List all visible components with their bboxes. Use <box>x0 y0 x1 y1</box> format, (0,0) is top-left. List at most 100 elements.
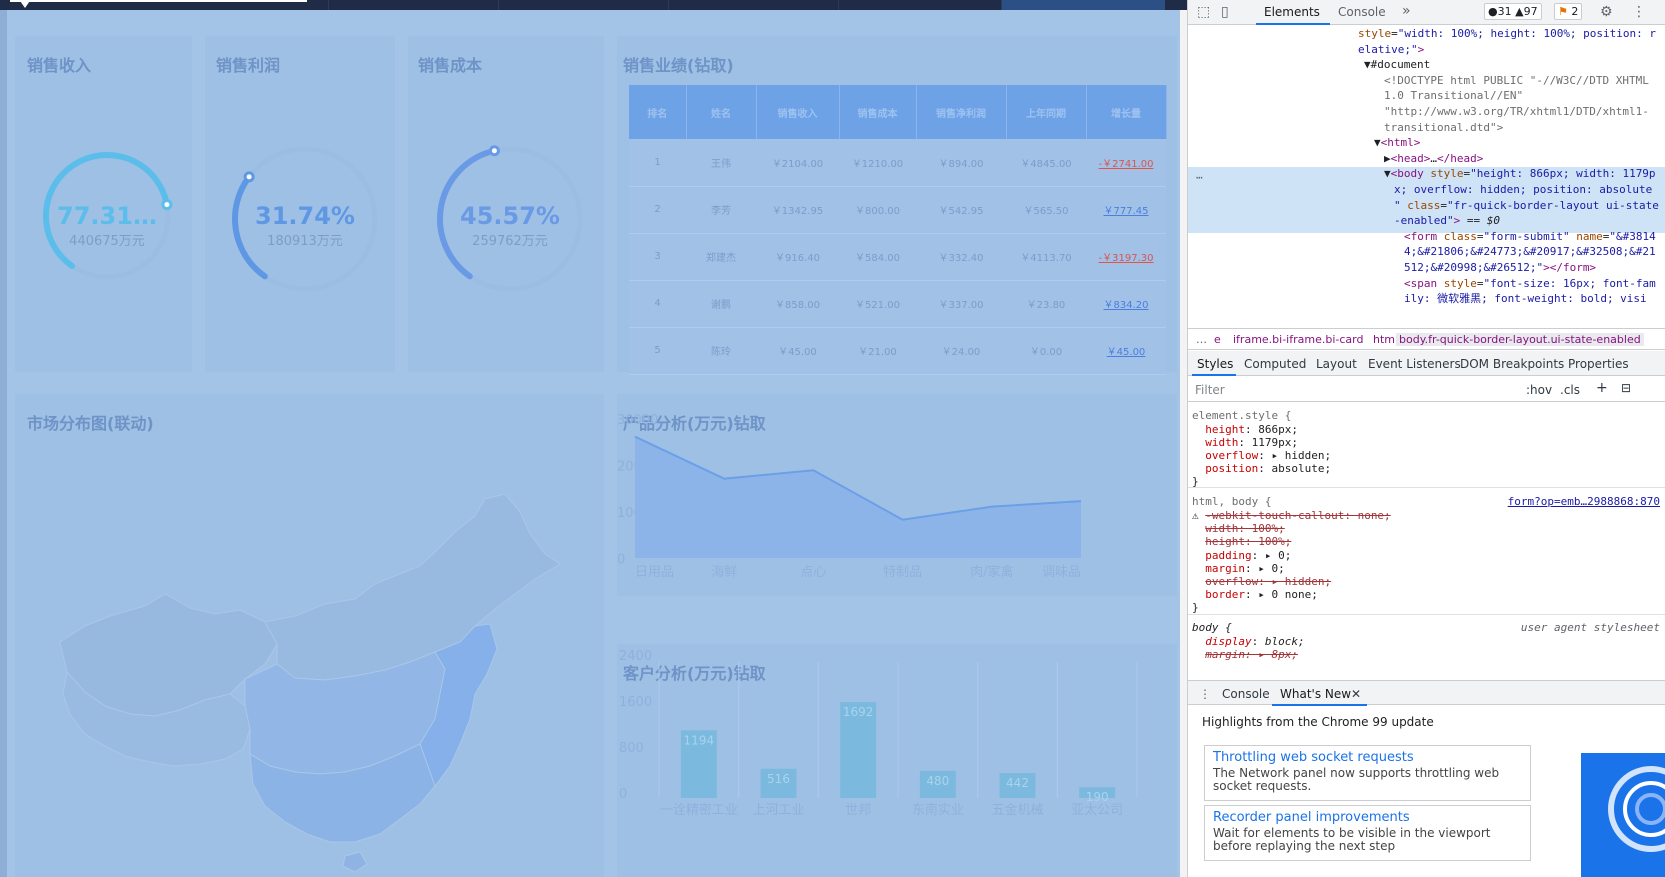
device-toolbar-icon[interactable]: ▯ <box>1221 5 1229 19</box>
dom-node-line[interactable]: 512;&#20998;&#26512;"></form> <box>1404 260 1596 277</box>
style-declaration[interactable]: } <box>1192 475 1199 489</box>
whats-new-card[interactable]: Throttling web socket requests The Netwo… <box>1204 745 1531 801</box>
new-style-rule-icon[interactable]: + <box>1596 380 1608 396</box>
table-row[interactable]: 1 王伟 ￥2104.00 ￥1210.00 ￥894.00 ￥4845.00 … <box>629 139 1166 187</box>
drawer-tab-console[interactable]: Console <box>1222 687 1270 701</box>
dom-node-line[interactable]: ▼#document <box>1364 57 1430 74</box>
more-tabs-icon[interactable]: » <box>1402 3 1411 19</box>
top-bar-active-tab[interactable] <box>1002 0 1165 10</box>
dom-node-line[interactable]: ▼<html> <box>1374 135 1420 152</box>
tab-console[interactable]: Console <box>1338 5 1386 19</box>
style-declaration[interactable]: margin: ▸ 8px; <box>1192 648 1298 662</box>
style-declaration[interactable]: position: absolute; <box>1192 462 1331 476</box>
settings-gear-icon[interactable]: ⚙ <box>1600 5 1613 19</box>
kebab-menu-icon[interactable]: ⋮ <box>1632 5 1646 19</box>
style-declaration[interactable]: overflow: ▸ hidden; <box>1192 449 1331 463</box>
dom-node-line[interactable]: transitional.dtd"> <box>1384 120 1503 137</box>
node-ellipsis-icon[interactable]: ⋯ <box>1196 170 1203 187</box>
breadcrumb-item[interactable]: html <box>1373 333 1398 346</box>
china-map[interactable] <box>15 394 604 877</box>
table-row[interactable]: 2 李芳 ￥1342.95 ￥800.00 ￥542.95 ￥565.50 ￥7… <box>629 186 1166 234</box>
dom-node-line[interactable]: ily: 微软雅黑; font-weight: bold; visi <box>1404 291 1647 308</box>
cell-growth-link[interactable]: ￥45.00 <box>1086 327 1166 375</box>
kpi-panel-cost[interactable]: 销售成本 45.57% 259762万元 <box>408 36 604 372</box>
cell-growth-link[interactable]: -￥2741.00 <box>1086 139 1166 187</box>
header-revenue[interactable]: 销售收入 <box>756 85 840 139</box>
toggle-sidebar-icon[interactable]: ⊟ <box>1621 381 1631 395</box>
kpi-panel-profit[interactable]: 销售利润 31.74% 180913万元 <box>205 36 395 372</box>
style-declaration[interactable]: padding: ▸ 0; <box>1192 549 1291 563</box>
header-rank[interactable]: 排名 <box>629 85 687 139</box>
filter-input[interactable]: Filter <box>1195 383 1225 397</box>
header-name[interactable]: 姓名 <box>686 85 757 139</box>
subtab-properties[interactable]: Properties <box>1568 357 1629 371</box>
error-warning-counter[interactable]: ●31 ▲97 <box>1484 3 1542 20</box>
kpi-panel-revenue[interactable]: 销售收入 77.31… 440675万元 <box>15 36 192 372</box>
cell-growth-link[interactable]: ￥834.20 <box>1086 280 1166 328</box>
table-row[interactable]: 4 谢鹏 ￥858.00 ￥521.00 ￥337.00 ￥23.80 ￥834… <box>629 280 1166 328</box>
close-icon[interactable]: ✕ <box>1351 687 1361 701</box>
header-growth[interactable]: 增长量 <box>1086 85 1167 139</box>
style-declaration[interactable]: height: 100%; <box>1192 535 1291 549</box>
dom-node-line[interactable]: elative;"> <box>1358 42 1424 59</box>
customer-chart-panel[interactable]: 客户分析(万元)钻取 2400 1600 800 0 1194 516 1692 480 44… <box>617 644 1177 877</box>
dom-node-line[interactable]: 1.0 Transitional//EN" <box>1384 88 1523 105</box>
subtab-layout[interactable]: Layout <box>1316 357 1357 371</box>
subtab-event-listeners[interactable]: Event Listeners <box>1368 357 1461 371</box>
map-region-north[interactable] <box>264 493 561 681</box>
tab-elements[interactable]: Elements <box>1264 5 1320 19</box>
card-title-link[interactable]: Throttling web socket requests <box>1213 750 1522 765</box>
issues-counter[interactable]: ⚑ 2 <box>1554 3 1583 20</box>
style-declaration[interactable]: element.style { <box>1192 409 1291 423</box>
drawer-tab-whats-new[interactable]: What's New <box>1280 687 1351 701</box>
map-panel[interactable]: 市场分布图(联动) <box>15 394 604 877</box>
card-title-link[interactable]: Recorder panel improvements <box>1213 810 1522 825</box>
dom-node-line[interactable]: 4;&#21806;&#24773;&#20917;&#32508;&#21 <box>1404 244 1656 261</box>
breadcrumb-item-selected[interactable]: body.fr-quick-border-layout.ui-state-ena… <box>1396 333 1644 346</box>
style-declaration[interactable]: body { <box>1192 621 1232 635</box>
subtab-styles[interactable]: Styles <box>1197 357 1233 371</box>
style-declaration[interactable]: margin: ▸ 0; <box>1192 562 1285 576</box>
table-row[interactable]: 5 陈玲 ￥45.00 ￥21.00 ￥24.00 ￥0.00 ￥45.00 <box>629 327 1166 375</box>
header-net-profit[interactable]: 销售净利润 <box>916 85 1007 139</box>
breadcrumb-item[interactable]: e <box>1214 333 1221 346</box>
style-source-link[interactable]: form?op=emb…2988868:870 <box>1508 495 1660 509</box>
cls-toggle[interactable]: .cls <box>1560 383 1580 397</box>
breadcrumb-overflow[interactable]: … <box>1196 333 1207 346</box>
product-area-chart[interactable]: 3000020000100000 日用品海鲜点心特制品肉/家禽调味品 <box>617 394 1177 596</box>
customer-bar-chart[interactable]: 240016008000 11945161692480 442190 一诠精密工业… <box>617 644 1177 877</box>
style-declaration[interactable]: ⚠ -webkit-touch-callout: none; <box>1192 509 1391 523</box>
whats-new-card[interactable]: Recorder panel improvements Wait for ele… <box>1204 805 1531 861</box>
style-declaration[interactable]: overflow: ▸ hidden; <box>1192 575 1331 589</box>
dom-node-line[interactable]: style="width: 100%; height: 100%; positi… <box>1358 26 1656 43</box>
style-declaration[interactable]: width: 1179px; <box>1192 436 1298 450</box>
style-declaration[interactable]: } <box>1192 601 1199 615</box>
style-declaration[interactable]: display: block; <box>1192 635 1304 649</box>
style-declaration[interactable]: border: ▸ 0 none; <box>1192 588 1318 602</box>
subtab-computed[interactable]: Computed <box>1244 357 1306 371</box>
header-last-year[interactable]: 上年同期 <box>1006 85 1087 139</box>
drawer-menu-icon[interactable]: ⋮ <box>1199 687 1211 701</box>
hov-toggle[interactable]: :hov <box>1526 383 1552 397</box>
breadcrumb-item[interactable]: iframe.bi-iframe.bi-card <box>1233 333 1363 346</box>
styles-pane[interactable]: element.style { height: 866px; width: 11… <box>1188 403 1665 678</box>
product-chart-panel[interactable]: 产品分析(万元)钻取 3000020000100000 日用品海鲜点心特制品肉/… <box>617 394 1177 596</box>
table-row[interactable]: 3 郑建杰 ￥916.40 ￥584.00 ￥332.40 ￥4113.70 -… <box>629 233 1166 281</box>
dom-node-line[interactable]: ▶<head>…</head> <box>1384 151 1483 168</box>
style-declaration[interactable]: height: 866px; <box>1192 423 1298 437</box>
dom-node-line[interactable]: -enabled"> == $0 <box>1394 213 1500 230</box>
dom-node-line[interactable]: <form class="form-submit" name="&#3814 <box>1404 229 1656 246</box>
style-declaration[interactable]: width: 100%; <box>1192 522 1284 536</box>
inspect-element-icon[interactable]: ⬚ <box>1197 5 1210 19</box>
dom-node-line[interactable]: "http://www.w3.org/TR/xhtml1/DTD/xhtml1- <box>1384 104 1649 121</box>
cell-growth-link[interactable]: -￥3197.30 <box>1086 233 1166 281</box>
dom-node-line[interactable]: <!DOCTYPE html PUBLIC "-//W3C//DTD XHTML <box>1384 73 1649 90</box>
style-declaration[interactable]: html, body { <box>1192 495 1271 509</box>
dom-tree[interactable]: ⋯ style="width: 100%; height: 100%; posi… <box>1188 26 1665 326</box>
subtab-dom-breakpoints[interactable]: DOM Breakpoints <box>1460 357 1564 371</box>
map-region-hainan[interactable] <box>342 851 368 873</box>
dom-node-line[interactable]: ▼<body style="height: 866px; width: 1179… <box>1384 166 1656 183</box>
dom-node-line[interactable]: <span style="font-size: 16px; font-fam <box>1404 276 1656 293</box>
header-cost[interactable]: 销售成本 <box>839 85 917 139</box>
cell-growth-link[interactable]: ￥777.45 <box>1086 186 1166 234</box>
